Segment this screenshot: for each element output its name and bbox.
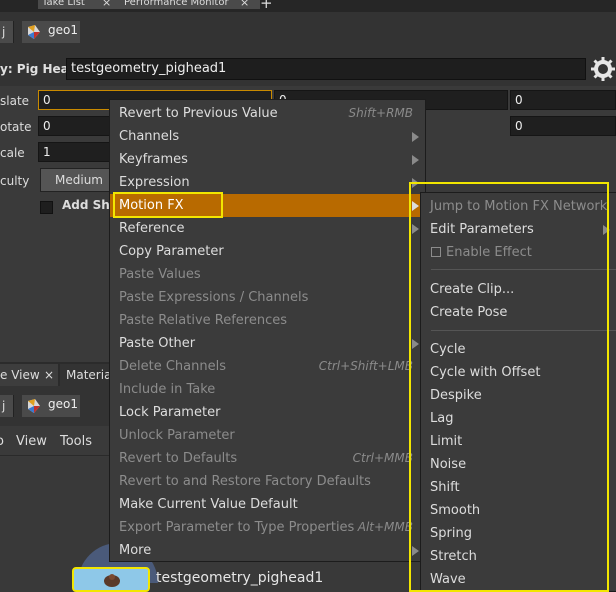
menu-view[interactable]: View — [16, 434, 47, 449]
menu-item-more[interactable]: More — [110, 539, 425, 562]
menu-item-label: Export Parameter to Type Properties — [119, 520, 355, 535]
node-name-label: testgeometry_pighead1 — [156, 570, 324, 586]
chevron-right-icon — [412, 155, 419, 165]
menu-item-label: Channels — [119, 129, 180, 144]
rotate-z-field[interactable]: 0 — [510, 116, 616, 136]
menu-item-label: Include in Take — [119, 382, 216, 397]
tab-scene-view-label: e View — [0, 368, 40, 382]
menu-tools[interactable]: Tools — [60, 434, 92, 449]
menu-go-icon: o — [0, 434, 4, 449]
shortcut-label: Shift+RMB — [348, 106, 413, 120]
menu-item-revert-to-defaults: Revert to Defaults Ctrl+MMB — [110, 447, 425, 470]
menu-item-paste-relative-references: Paste Relative References — [110, 309, 425, 332]
difficulty-label: culty — [0, 174, 30, 188]
menu-item-lock-parameter[interactable]: Lock Parameter — [110, 401, 425, 424]
menu-item-restore-factory-defaults: Revert to and Restore Factory Defaults — [110, 470, 425, 493]
tab-performance-monitor-label: Performance Monitor — [124, 0, 229, 8]
shortcut-label: Alt+MMB — [357, 520, 413, 534]
geometry-node-icon — [28, 25, 40, 39]
menu-item-label: Paste Values — [119, 267, 201, 282]
menu-item-include-in-take: Include in Take — [110, 378, 425, 401]
gear-icon[interactable] — [590, 56, 616, 82]
menu-item-label: Paste Relative References — [119, 313, 288, 328]
menu-item-revert-previous[interactable]: Revert to Previous Value Shift+RMB — [110, 102, 425, 125]
tab-performance-monitor[interactable]: Performance Monitor — [120, 0, 260, 9]
translate-z-field[interactable]: 0 — [510, 90, 616, 110]
scale-label: cale — [0, 146, 25, 160]
parameter-context-menu: Revert to Previous Value Shift+RMB Channe… — [109, 99, 426, 562]
path-prefix[interactable]: j — [0, 21, 14, 43]
menu-item-reference[interactable]: Reference — [110, 217, 425, 240]
add-shader-checkbox[interactable] — [40, 201, 53, 214]
path-prefix[interactable]: j — [0, 395, 14, 417]
add-tab-button[interactable]: + — [260, 0, 273, 12]
menu-item-label: Paste Expressions / Channels — [119, 290, 309, 305]
chevron-right-icon — [412, 132, 419, 142]
path-node-label: geo1 — [48, 23, 78, 37]
menu-item-paste-other[interactable]: Paste Other — [110, 332, 425, 355]
menu-item-label: Make Current Value Default — [119, 497, 298, 512]
path-node-button[interactable]: geo1 — [22, 21, 80, 43]
close-icon[interactable]: × — [240, 0, 249, 9]
menu-item-label: Paste Other — [119, 336, 196, 351]
menu-item-label: Keyframes — [119, 152, 188, 167]
menu-item-paste-expressions: Paste Expressions / Channels — [110, 286, 425, 309]
menu-item-expression[interactable]: Expression — [110, 171, 425, 194]
menu-item-make-default[interactable]: Make Current Value Default — [110, 493, 425, 516]
close-icon[interactable]: × — [102, 0, 111, 9]
annotation-highlight-motion-fx — [113, 192, 223, 218]
pig-head-icon — [104, 574, 120, 587]
menu-item-keyframes[interactable]: Keyframes — [110, 148, 425, 171]
menu-item-label: More — [119, 543, 152, 558]
menu-item-label: Lock Parameter — [119, 405, 221, 420]
menu-item-label: Delete Channels — [119, 359, 226, 374]
rotate-label: otate — [0, 120, 32, 134]
close-icon[interactable]: × — [44, 364, 54, 386]
menu-item-channels[interactable]: Channels — [110, 125, 425, 148]
translate-label: slate — [0, 94, 30, 108]
shortcut-label: Ctrl+MMB — [352, 451, 413, 465]
tab-material[interactable]: Material — [60, 364, 115, 386]
menu-item-export-parameter: Export Parameter to Type Properties Alt+M… — [110, 516, 425, 539]
menu-item-label: Revert to Previous Value — [119, 106, 278, 121]
path-node-button[interactable]: geo1 — [22, 395, 80, 417]
menu-item-label: Unlock Parameter — [119, 428, 235, 443]
parameter-header: y: Pig Head testgeometry_pighead1 — [0, 52, 616, 86]
menu-item-label: Expression — [119, 175, 190, 190]
menu-item-unlock-parameter: Unlock Parameter — [110, 424, 425, 447]
tab-take-list-label: Take List — [42, 0, 85, 8]
annotation-highlight-submenu — [409, 182, 609, 592]
menu-item-copy-parameter[interactable]: Copy Parameter — [110, 240, 425, 263]
node-name-field[interactable]: testgeometry_pighead1 — [66, 58, 586, 80]
menu-item-label: Revert to Defaults — [119, 451, 238, 466]
menu-item-label: Copy Parameter — [119, 244, 224, 259]
menu-item-paste-values: Paste Values — [110, 263, 425, 286]
menu-item-label: Reference — [119, 221, 185, 236]
node-tile[interactable] — [72, 567, 150, 592]
difficulty-dropdown[interactable]: Medium — [40, 168, 112, 192]
top-tab-strip: Take List × Performance Monitor × + — [0, 0, 616, 12]
path-bar: j geo1 — [0, 12, 616, 52]
tab-scene-view[interactable]: e View × — [0, 364, 58, 386]
menu-item-label: Revert to and Restore Factory Defaults — [119, 474, 371, 489]
menu-item-delete-channels: Delete Channels Ctrl+Shift+LMB — [110, 355, 425, 378]
shortcut-label: Ctrl+Shift+LMB — [318, 359, 413, 373]
path-node-label: geo1 — [48, 397, 78, 411]
geometry-node-icon — [28, 399, 40, 413]
